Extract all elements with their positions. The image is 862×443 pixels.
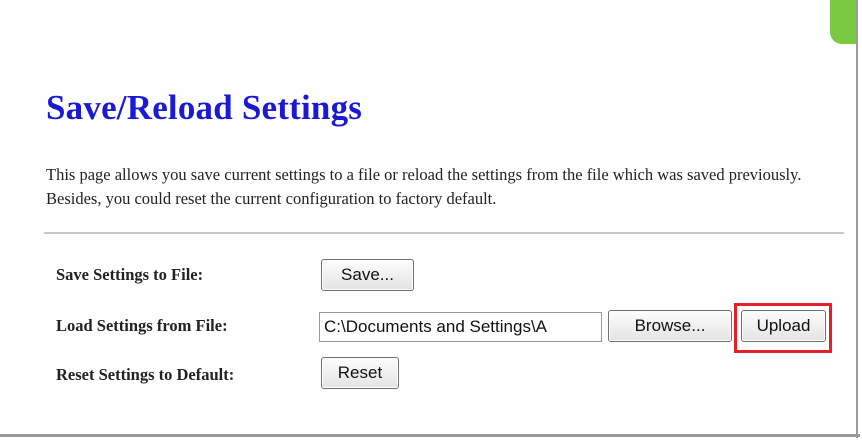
corner-tab-decoration (830, 0, 856, 44)
load-settings-label: Load Settings from File: (56, 316, 228, 335)
file-path-input[interactable] (319, 312, 602, 342)
reset-settings-label: Reset Settings to Default: (56, 365, 235, 384)
upload-highlight-box (734, 303, 832, 353)
page-frame: Save/Reload Settings This page allows yo… (0, 0, 860, 441)
section-divider (44, 232, 844, 234)
frame-bottom-border (0, 434, 860, 437)
save-button[interactable]: Save... (321, 259, 414, 291)
save-settings-label: Save Settings to File: (56, 265, 204, 284)
page-description: This page allows you save current settin… (46, 165, 802, 208)
frame-right-border (856, 0, 858, 438)
browse-button[interactable]: Browse... (608, 310, 732, 342)
page-title: Save/Reload Settings (46, 88, 363, 127)
reset-button[interactable]: Reset (321, 357, 399, 389)
